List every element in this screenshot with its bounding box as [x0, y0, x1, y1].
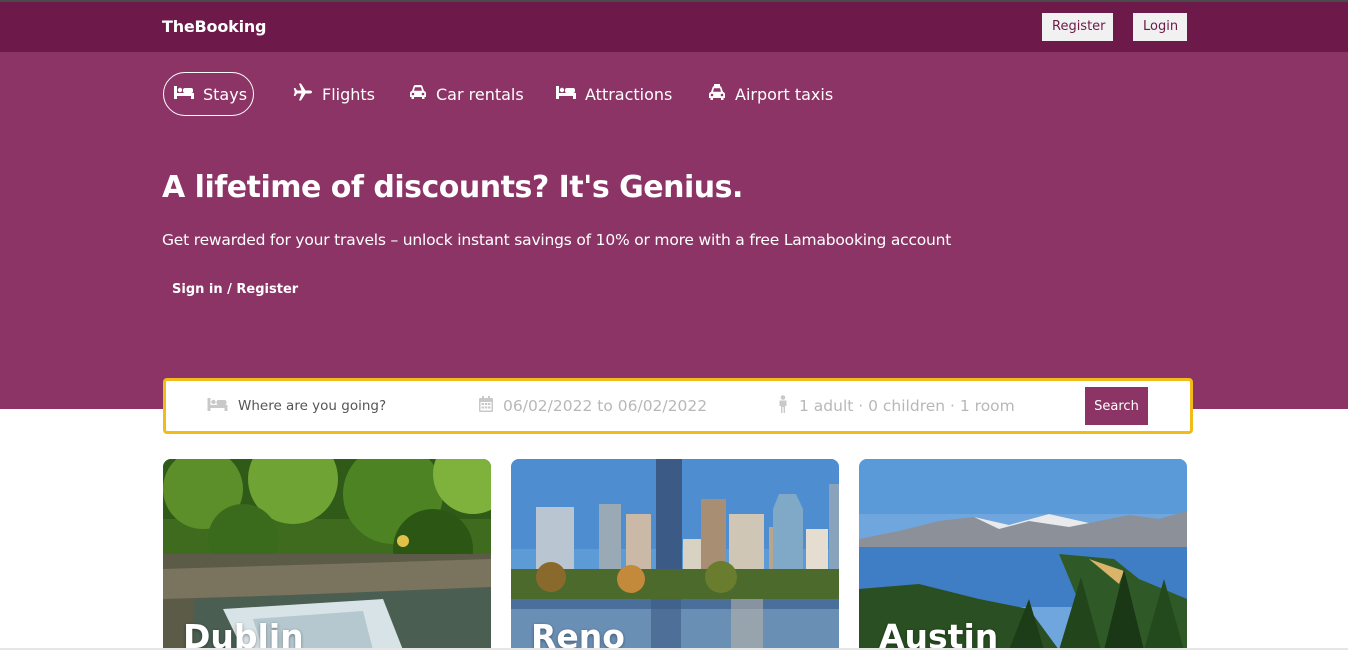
bed-icon — [174, 84, 203, 104]
destination-field[interactable] — [207, 381, 438, 431]
login-button[interactable]: Login — [1133, 13, 1187, 41]
tab-label: Stays — [203, 84, 248, 104]
city-card-austin[interactable]: Austin — [859, 459, 1187, 650]
card-city-name: Austin — [879, 617, 999, 650]
tab-flights[interactable]: Flights — [293, 72, 375, 116]
person-icon — [777, 395, 799, 417]
taxi-icon — [708, 83, 735, 105]
guests-field[interactable]: 1 adult · 0 children · 1 room — [777, 381, 1015, 431]
site-logo[interactable]: TheBooking — [162, 17, 267, 36]
tab-label: Car rentals — [436, 84, 524, 104]
destination-input[interactable] — [238, 398, 438, 414]
search-bar: 06/02/2022 to 06/02/2022 1 adult · 0 chi… — [163, 378, 1193, 434]
calendar-icon — [479, 396, 503, 416]
bed-icon — [556, 84, 585, 104]
register-button[interactable]: Register — [1042, 13, 1113, 41]
tab-label: Flights — [322, 84, 375, 104]
tab-car-rentals[interactable]: Car rentals — [409, 72, 524, 116]
tab-attractions[interactable]: Attractions — [556, 72, 672, 116]
plane-icon — [293, 83, 322, 105]
card-city-name: Dublin — [183, 617, 304, 650]
city-card-reno[interactable]: Reno — [511, 459, 839, 650]
search-button[interactable]: Search — [1085, 387, 1148, 425]
sign-in-register-link[interactable]: Sign in / Register — [172, 282, 298, 297]
tab-stays[interactable]: Stays — [163, 72, 254, 116]
car-icon — [409, 84, 436, 104]
hero-subtitle: Get rewarded for your travels – unlock i… — [162, 231, 952, 249]
date-range-text: 06/02/2022 to 06/02/2022 — [503, 397, 708, 415]
card-city-name: Reno — [531, 617, 625, 650]
featured-cities: Dublin Reno Austin — [0, 459, 1348, 650]
tab-label: Airport taxis — [735, 84, 834, 104]
tab-label: Attractions — [585, 84, 673, 104]
tab-airport-taxis[interactable]: Airport taxis — [708, 72, 833, 116]
hero-section: Stays Flights Car rentals Attractions Ai… — [0, 52, 1348, 409]
top-header: TheBooking Register Login — [0, 0, 1348, 52]
city-card-dublin[interactable]: Dublin — [163, 459, 491, 650]
date-range-field[interactable]: 06/02/2022 to 06/02/2022 — [479, 381, 707, 431]
guests-text: 1 adult · 0 children · 1 room — [799, 397, 1015, 415]
hero-title: A lifetime of discounts? It's Genius. — [162, 170, 743, 205]
bed-icon — [207, 396, 238, 416]
